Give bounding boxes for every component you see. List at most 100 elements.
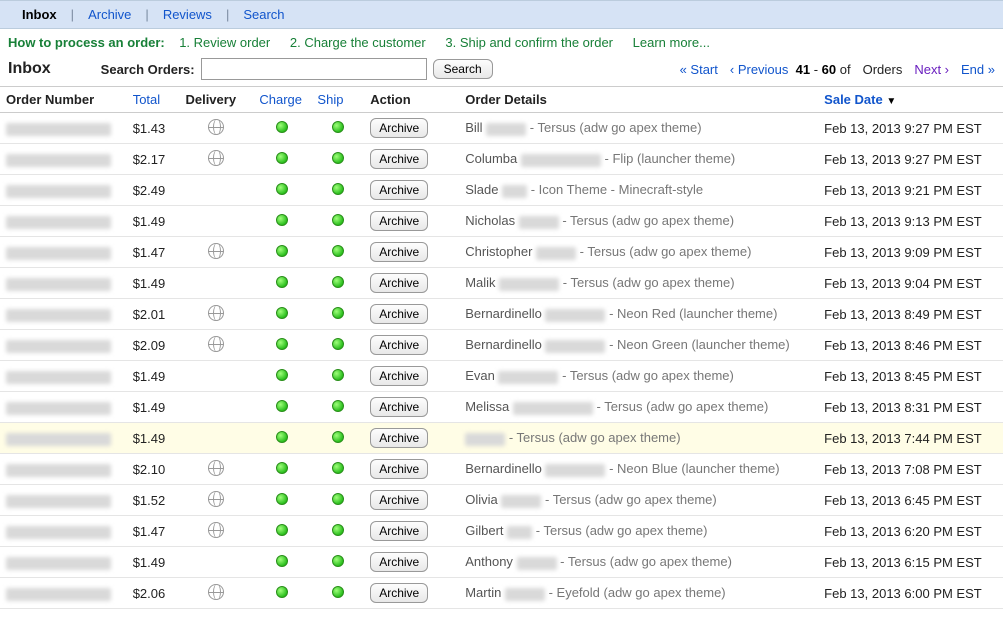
tab-archive[interactable]: Archive (74, 7, 145, 22)
cell-delivery (179, 237, 253, 268)
table-row[interactable]: $1.49ArchiveNicholas - Tersus (adw go ap… (0, 206, 1003, 237)
cell-order-details: Bill - Tersus (adw go apex theme) (459, 113, 818, 144)
table-row[interactable]: $1.47ArchiveChristopher - Tersus (adw go… (0, 237, 1003, 268)
cell-charge (253, 454, 311, 485)
header-total[interactable]: Total (127, 87, 180, 113)
cell-delivery (179, 423, 253, 454)
cell-charge (253, 578, 311, 609)
product-name: Neon Blue (launcher theme) (617, 461, 780, 476)
status-dot-icon (332, 338, 344, 350)
cell-sale-date: Feb 13, 2013 6:20 PM EST (818, 516, 1003, 547)
search-input[interactable] (201, 58, 427, 80)
cell-sale-date: Feb 13, 2013 9:04 PM EST (818, 268, 1003, 299)
cell-ship (311, 454, 364, 485)
table-row[interactable]: $1.49ArchiveMelissa - Tersus (adw go ape… (0, 392, 1003, 423)
archive-button[interactable]: Archive (370, 273, 428, 293)
customer-first-name: Slade (465, 182, 498, 197)
archive-button[interactable]: Archive (370, 366, 428, 386)
cell-sale-date: Feb 13, 2013 8:31 PM EST (818, 392, 1003, 423)
cell-sale-date: Feb 13, 2013 6:45 PM EST (818, 485, 1003, 516)
archive-button[interactable]: Archive (370, 118, 428, 138)
table-row[interactable]: $2.49ArchiveSlade - Icon Theme - Minecra… (0, 175, 1003, 206)
order-number-redacted (6, 464, 111, 477)
cell-delivery (179, 516, 253, 547)
status-dot-icon (332, 121, 344, 133)
table-row[interactable]: $1.47ArchiveGilbert - Tersus (adw go ape… (0, 516, 1003, 547)
header-ship[interactable]: Ship (311, 87, 364, 113)
cell-action: Archive (364, 547, 459, 578)
tab-inbox[interactable]: Inbox (8, 7, 71, 22)
archive-button[interactable]: Archive (370, 521, 428, 541)
archive-button[interactable]: Archive (370, 490, 428, 510)
table-row[interactable]: $1.49 Archive - Tersus (adw go apex theme… (0, 423, 1003, 454)
customer-first-name: Malik (465, 275, 495, 290)
cell-ship (311, 516, 364, 547)
order-number-redacted (6, 185, 111, 198)
help-learn-more[interactable]: Learn more... (633, 35, 710, 50)
cell-action: Archive (364, 392, 459, 423)
cell-order-details: Evan - Tersus (adw go apex theme) (459, 361, 818, 392)
cell-total: $1.49 (127, 361, 180, 392)
customer-last-name-redacted (536, 247, 576, 260)
table-row[interactable]: $2.01ArchiveBernardinello - Neon Red (la… (0, 299, 1003, 330)
table-row[interactable]: $1.49 Archive Evan - Tersus (adw go apex t… (0, 361, 1003, 392)
status-dot-icon (332, 462, 344, 474)
customer-last-name-redacted (501, 495, 541, 508)
cell-charge (253, 175, 311, 206)
tab-search[interactable]: Search (229, 7, 298, 22)
pager-previous[interactable]: ‹ Previous (730, 62, 789, 77)
archive-button[interactable]: Archive (370, 304, 428, 324)
cell-ship (311, 578, 364, 609)
cell-total: $1.52 (127, 485, 180, 516)
archive-button[interactable]: Archive (370, 459, 428, 479)
archive-button[interactable]: Archive (370, 428, 428, 448)
customer-first-name: Gilbert (465, 523, 503, 538)
help-step-2: 2. Charge the customer (290, 35, 426, 50)
cell-charge (253, 144, 311, 175)
table-row[interactable]: $1.49ArchiveAnthony - Tersus (adw go ape… (0, 547, 1003, 578)
archive-button[interactable]: Archive (370, 552, 428, 572)
status-dot-icon (276, 555, 288, 567)
search-button[interactable]: Search (433, 59, 493, 79)
table-row[interactable]: $1.52ArchiveOlivia - Tersus (adw go apex… (0, 485, 1003, 516)
product-name: Tersus (adw go apex theme) (570, 213, 734, 228)
table-row[interactable]: $2.06ArchiveMartin - Eyefold (adw go ape… (0, 578, 1003, 609)
table-row[interactable]: $1.43ArchiveBill - Tersus (adw go apex t… (0, 113, 1003, 144)
cell-order-details: - Tersus (adw go apex theme) (459, 423, 818, 454)
cell-ship (311, 299, 364, 330)
status-dot-icon (276, 524, 288, 536)
pager-next[interactable]: Next › (914, 62, 949, 77)
customer-first-name: Martin (465, 585, 501, 600)
pager-end[interactable]: End » (961, 62, 995, 77)
archive-button[interactable]: Archive (370, 180, 428, 200)
cell-action: Archive (364, 175, 459, 206)
status-dot-icon (332, 400, 344, 412)
customer-last-name-redacted (486, 123, 526, 136)
cell-order-details: Columba - Flip (launcher theme) (459, 144, 818, 175)
archive-button[interactable]: Archive (370, 149, 428, 169)
archive-button[interactable]: Archive (370, 242, 428, 262)
product-name: Tersus (adw go apex theme) (570, 368, 734, 383)
archive-button[interactable]: Archive (370, 397, 428, 417)
header-charge[interactable]: Charge (253, 87, 311, 113)
cell-sale-date: Feb 13, 2013 6:15 PM EST (818, 547, 1003, 578)
cell-ship (311, 113, 364, 144)
table-row[interactable]: $1.49ArchiveMalik - Tersus (adw go apex … (0, 268, 1003, 299)
status-dot-icon (276, 245, 288, 257)
cell-ship (311, 485, 364, 516)
table-row[interactable]: $2.09ArchiveBernardinello - Neon Green (… (0, 330, 1003, 361)
status-dot-icon (332, 276, 344, 288)
status-dot-icon (332, 555, 344, 567)
cell-total: $1.49 (127, 423, 180, 454)
order-number-redacted (6, 495, 111, 508)
archive-button[interactable]: Archive (370, 583, 428, 603)
pager-start[interactable]: « Start (680, 62, 718, 77)
archive-button[interactable]: Archive (370, 211, 428, 231)
tab-reviews[interactable]: Reviews (149, 7, 226, 22)
table-row[interactable]: $2.10ArchiveBernardinello - Neon Blue (l… (0, 454, 1003, 485)
table-row[interactable]: $2.17ArchiveColumba - Flip (launcher the… (0, 144, 1003, 175)
cell-total: $1.49 (127, 547, 180, 578)
product-name: Flip (launcher theme) (612, 151, 735, 166)
archive-button[interactable]: Archive (370, 335, 428, 355)
header-sale-date[interactable]: Sale Date ▼ (818, 87, 1003, 113)
